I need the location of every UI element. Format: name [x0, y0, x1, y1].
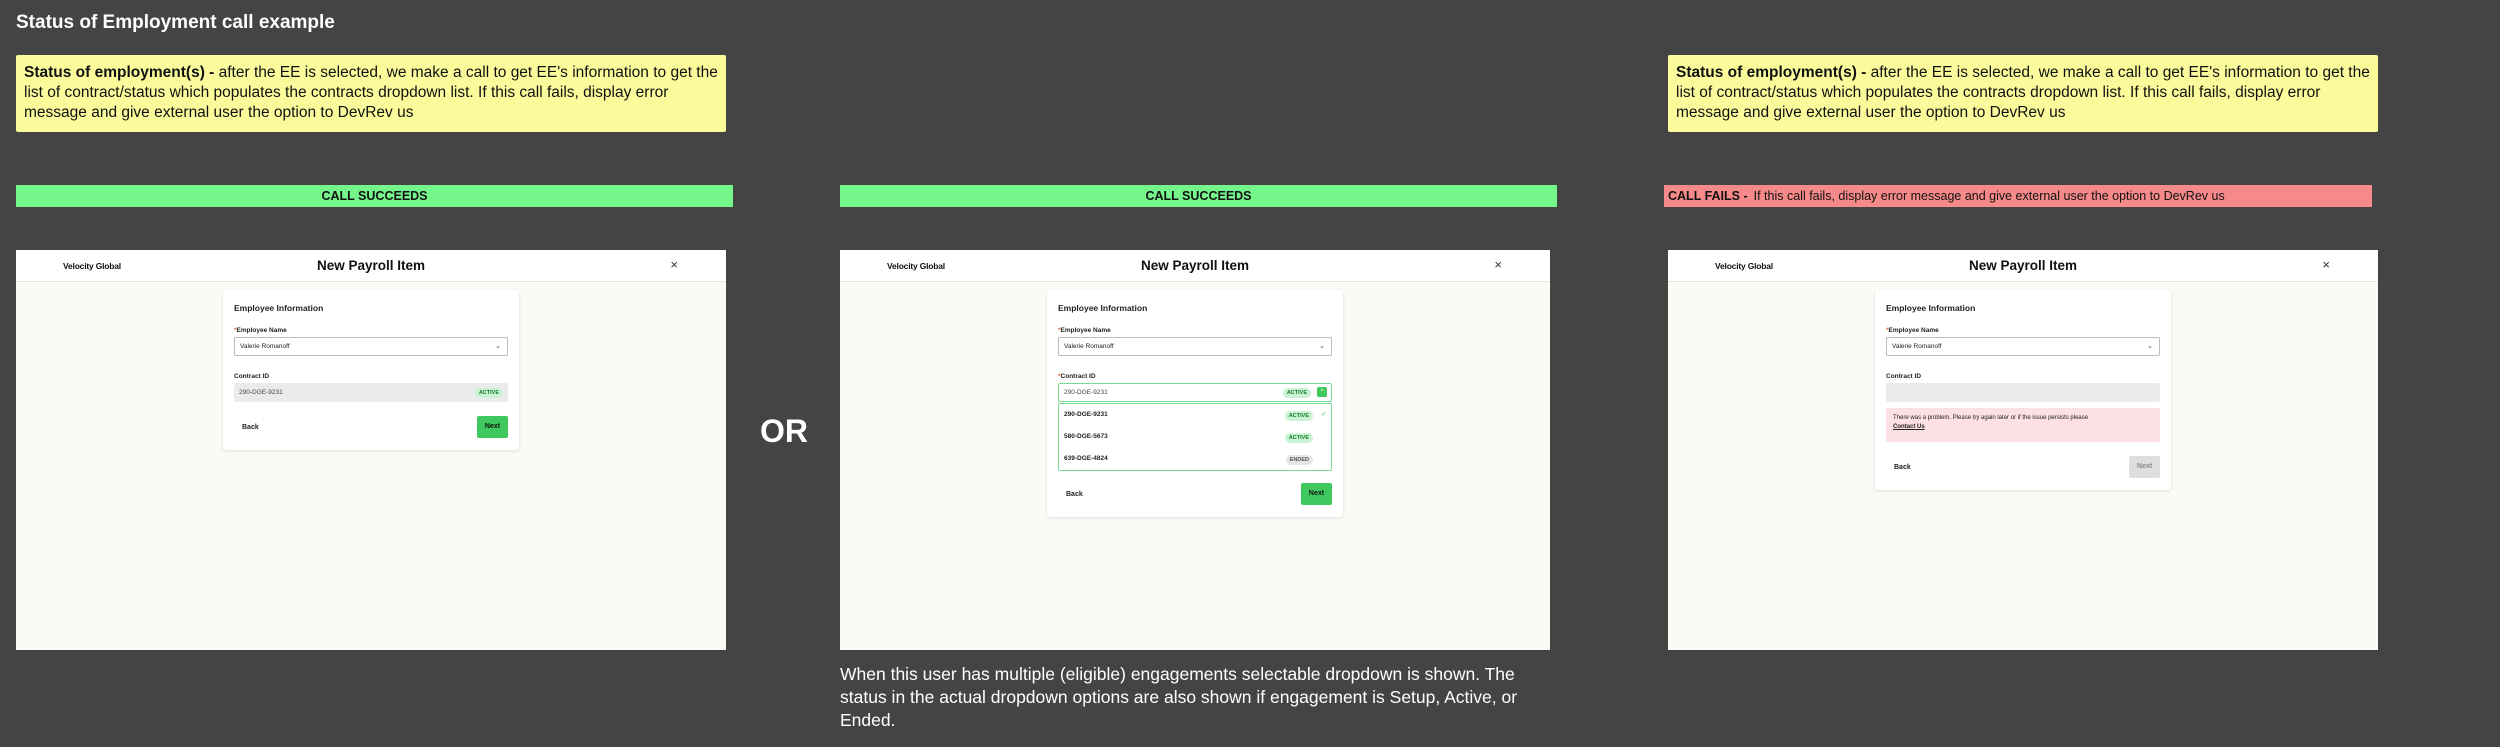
employee-label-text: Employee Name: [1888, 327, 1939, 334]
note-bold: Status of employment(s) -: [1676, 64, 1867, 81]
close-icon[interactable]: ×: [670, 257, 678, 272]
chevron-down-icon: ⌄: [495, 343, 501, 350]
modal-title: New Payroll Item: [1968, 258, 2078, 273]
dropdown-option[interactable]: 290-DGE-9231 ACTIVE ✓: [1059, 404, 1331, 426]
note-right: Status of employment(s) - after the EE i…: [1668, 55, 2378, 132]
or-label: OR: [760, 413, 808, 449]
employee-card: Employee Information *Employee Name Vale…: [1047, 290, 1343, 517]
contract-id-label: Contract ID: [234, 373, 270, 380]
employee-select[interactable]: Valerie Romanoff ⌄: [1886, 337, 2160, 356]
check-icon: ✓: [1321, 411, 1327, 418]
modal-header: Velocity Global New Payroll Item ×: [16, 250, 726, 282]
employee-value: Valerie Romanoff: [240, 343, 290, 350]
employee-card: Employee Information *Employee Name Vale…: [223, 290, 519, 450]
contract-label-text: Contract ID: [1060, 373, 1096, 380]
status-badge: ACTIVE: [1282, 388, 1311, 398]
dropdown-option[interactable]: 580-DGE-5673 ACTIVE: [1059, 426, 1331, 448]
option-id: 290-DGE-9231: [1064, 411, 1108, 418]
contract-id-field: 290-DGE-9231 ACTIVE: [234, 383, 508, 402]
page-title: Status of Employment call example: [16, 12, 335, 33]
contract-value: 290-DGE-9231: [1064, 389, 1108, 396]
card-title: Employee Information: [234, 303, 324, 313]
modal-header: Velocity Global New Payroll Item ×: [840, 250, 1550, 282]
back-button[interactable]: Back: [1894, 464, 1911, 471]
frame-call-fails: Velocity Global New Payroll Item × Emplo…: [1668, 250, 2378, 650]
employee-name-label: *Employee Name: [1886, 327, 1939, 334]
dropdown-option[interactable]: 639-DGE-4824 ENDED: [1059, 448, 1331, 470]
close-icon[interactable]: ×: [1494, 257, 1502, 272]
next-button-disabled[interactable]: Next: [2129, 456, 2160, 478]
employee-label-text: Employee Name: [236, 327, 287, 334]
status-badge: ENDED: [1285, 455, 1313, 465]
contract-id-label: *Contract ID: [1058, 373, 1096, 380]
note-bold: Status of employment(s) -: [24, 64, 215, 81]
banner-fail-bold: CALL FAILS -: [1668, 189, 1748, 203]
modal-header: Velocity Global New Payroll Item ×: [1668, 250, 2378, 282]
employee-value: Valerie Romanoff: [1892, 343, 1942, 350]
contract-id-field-empty: [1886, 383, 2160, 402]
contract-id-label: Contract ID: [1886, 373, 1922, 380]
contract-dropdown: 290-DGE-9231 ACTIVE ✓ 580-DGE-5673 ACTIV…: [1058, 403, 1332, 471]
employee-name-label: *Employee Name: [1058, 327, 1111, 334]
chevron-down-icon: ⌄: [1319, 343, 1325, 350]
note-left: Status of employment(s) - after the EE i…: [16, 55, 726, 132]
employee-name-label: *Employee Name: [234, 327, 287, 334]
modal-title: New Payroll Item: [1140, 258, 1250, 273]
frame-success-single: Velocity Global New Payroll Item × Emplo…: [16, 250, 726, 650]
frame-success-dropdown: Velocity Global New Payroll Item × Emplo…: [840, 250, 1550, 650]
card-title: Employee Information: [1058, 303, 1148, 313]
status-badge: ACTIVE: [1284, 433, 1313, 443]
contact-us-link[interactable]: Contact Us: [1893, 423, 2153, 432]
employee-select[interactable]: Valerie Romanoff ⌄: [1058, 337, 1332, 356]
banner-fail-text: If this call fails, display error messag…: [1753, 189, 2225, 203]
chevron-up-icon[interactable]: ^: [1317, 387, 1327, 397]
employee-value: Valerie Romanoff: [1064, 343, 1114, 350]
back-button[interactable]: Back: [1066, 491, 1083, 498]
banner-call-fails: CALL FAILS - If this call fails, display …: [1664, 185, 2372, 207]
caption: When this user has multiple (eligible) e…: [840, 664, 1518, 730]
back-button[interactable]: Back: [242, 424, 259, 431]
option-id: 580-DGE-5673: [1064, 433, 1108, 440]
contract-value: 290-DGE-9231: [239, 389, 283, 396]
employee-card: Employee Information *Employee Name Vale…: [1875, 290, 2171, 490]
banner-call-succeeds-2: CALL SUCCEEDS: [840, 185, 1557, 207]
close-icon[interactable]: ×: [2322, 257, 2330, 272]
error-text: There was a problem. Please try again la…: [1893, 415, 2089, 421]
banner-call-succeeds-1: CALL SUCCEEDS: [16, 185, 733, 207]
chevron-down-icon: ⌄: [2147, 343, 2153, 350]
error-message: There was a problem. Please try again la…: [1886, 408, 2160, 442]
next-button[interactable]: Next: [1301, 483, 1332, 505]
modal-title: New Payroll Item: [316, 258, 426, 273]
status-badge: ACTIVE: [1284, 411, 1313, 421]
card-title: Employee Information: [1886, 303, 1976, 313]
next-button[interactable]: Next: [477, 416, 508, 438]
option-id: 639-DGE-4824: [1064, 455, 1108, 462]
employee-label-text: Employee Name: [1060, 327, 1111, 334]
employee-select[interactable]: Valerie Romanoff ⌄: [234, 337, 508, 356]
contract-id-select[interactable]: 290-DGE-9231 ACTIVE ^: [1058, 383, 1332, 402]
status-badge: ACTIVE: [474, 388, 503, 398]
